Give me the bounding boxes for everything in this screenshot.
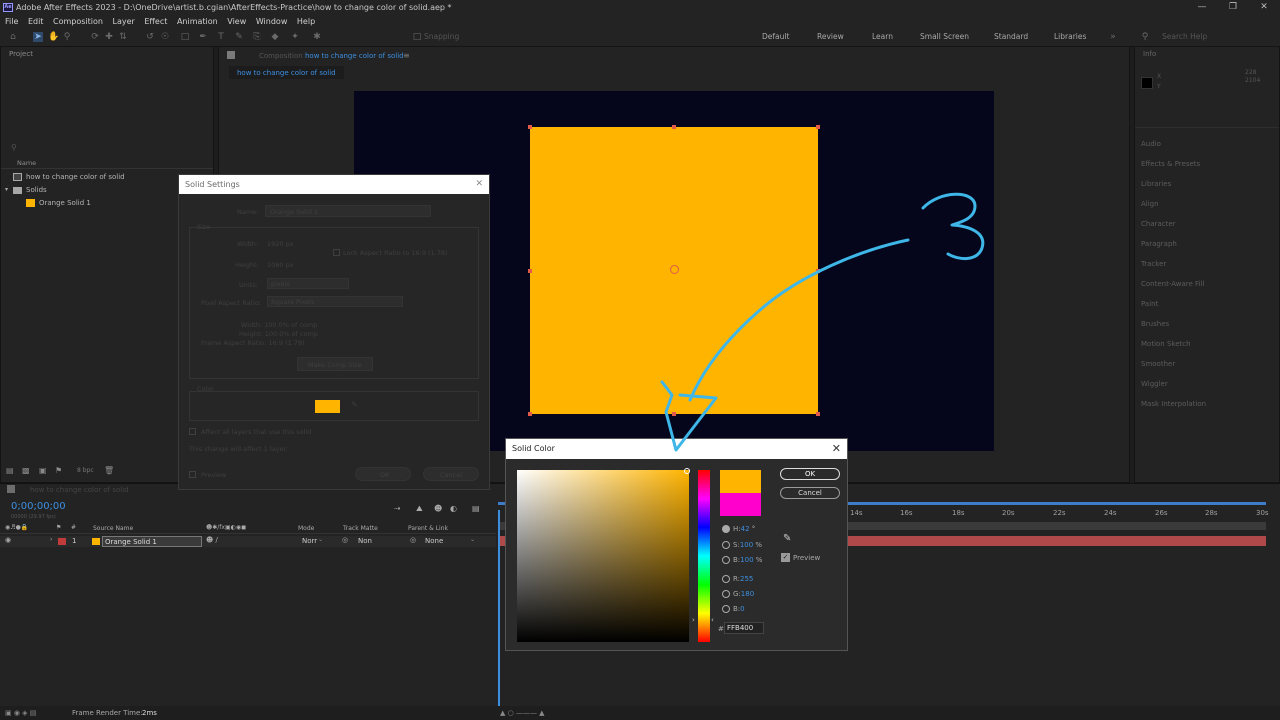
annotation-number-3: [921, 192, 985, 260]
annotation-overlay: [660, 192, 985, 452]
annotation-arrow-stroke: [688, 238, 910, 402]
annotation-arrow-head: [660, 380, 718, 452]
